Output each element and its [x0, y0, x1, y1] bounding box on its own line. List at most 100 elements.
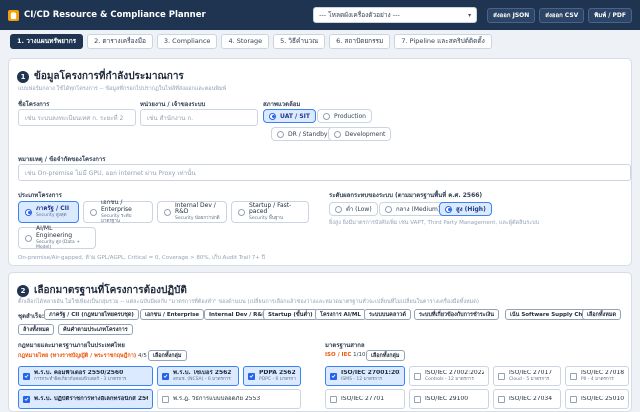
owner-input[interactable]: เช่น สำนักงาน ก.: [140, 109, 258, 126]
section-number: 2: [17, 284, 29, 297]
template-select[interactable]: --- โหลดผังเครื่องตัวอย่าง --- ▾: [313, 7, 478, 23]
std-title: ISO/IEC 27018: [581, 369, 624, 376]
std-title: ISO/IEC 27034: [509, 395, 553, 402]
preset-payment[interactable]: ระบบที่เกี่ยวข้องกับการชำระเงิน: [414, 309, 500, 320]
project-type-option-startup[interactable]: Startup / Fast-paced Security พื้นฐาน: [231, 201, 309, 223]
thai-group-heading: กฎหมายและมาตรฐานภายในประเทศไทย: [18, 342, 125, 349]
risk-option-low[interactable]: ต่ำ (Low): [329, 202, 378, 216]
environment-option-dr[interactable]: DR / Standby: [271, 127, 334, 141]
std-desc: Cloud - 5 มาตรการ: [509, 376, 550, 382]
export-json-button[interactable]: ส่งออก JSON: [487, 7, 536, 23]
std-iso-27701[interactable]: ISO/IEC 27701: [325, 389, 405, 409]
std-iso-25010[interactable]: ISO/IEC 25010:2023: [565, 389, 629, 409]
project-type-option-enterprise[interactable]: เอกชน / Enterprise Security ระดับมาตรฐาน: [83, 198, 153, 224]
checkbox-icon: [498, 395, 505, 403]
checkbox-icon: [23, 372, 30, 380]
clipboard-icon: [8, 9, 19, 21]
section-title: เลือกมาตรฐานที่โครงการต้องปฏิบัติ: [34, 285, 187, 296]
radio-icon: [238, 208, 245, 216]
project-name-input[interactable]: เช่น ระบบลงทะเบียนเทศ ก. ระยะที่ 2: [18, 109, 136, 126]
radio-icon: [277, 130, 284, 138]
radio-icon: [445, 205, 452, 213]
notes-input[interactable]: เช่น On-premise ไม่มี GPU, ออก internet …: [18, 164, 631, 181]
std-iso-27002[interactable]: ISO/IEC 27002:2022 Controls - 12 มาตรการ: [409, 366, 489, 386]
radio-icon: [385, 205, 392, 213]
thai-select-group-button[interactable]: เลือกทั้งกลุ่ม: [148, 350, 187, 361]
tab-architecture[interactable]: 6. สถาปัตยกรรม: [329, 33, 391, 49]
radio-icon: [164, 208, 171, 216]
option-title: เอกชน / Enterprise: [101, 198, 132, 213]
owner-label: หน่วยงาน / เจ้าของระบบ: [140, 101, 206, 108]
chevron-down-icon: ▾: [468, 11, 472, 19]
std-pdpa[interactable]: PDPA 2562 PDPC - 6 มาตรการ: [243, 366, 301, 386]
option-desc: Security สูงสุด: [36, 212, 67, 218]
intl-group-count: 1/10: [353, 352, 366, 358]
radio-icon: [335, 205, 342, 213]
risk-option-label: กลาง (Medium): [396, 206, 441, 213]
radio-icon: [334, 130, 341, 138]
std-desc: PDPC - 6 มาตรการ: [259, 376, 296, 382]
tab-compliance[interactable]: 3. Compliance: [156, 33, 218, 49]
intl-select-group-button[interactable]: เลือกทั้งกลุ่ม: [366, 350, 405, 361]
checkbox-icon: [162, 395, 169, 403]
std-title: ISO/IEC 27701: [341, 395, 385, 402]
checkbox-icon: [330, 395, 337, 403]
print-pdf-button[interactable]: พิมพ์ / PDF: [588, 7, 632, 23]
option-desc: Security น้อยกว่าปกติ: [175, 216, 220, 222]
tab-tool-table[interactable]: 2. ตารางเครื่องมือ: [87, 33, 153, 49]
project-type-note: On-premise/Air-gapped, ห้าม GPL/AGPL, Cr…: [18, 255, 266, 261]
intl-group-sublabel: ISO / IEC: [325, 352, 352, 358]
tab-storage[interactable]: 4. Storage: [221, 33, 270, 49]
thai-group-sublabel: กฎหมายไทย (ทางราชบัญญัติ / พระราชกฤษฎีกา…: [18, 353, 137, 359]
project-type-option-aiml[interactable]: AI/ML Engineering Security สูง (Data + Mo…: [18, 225, 96, 250]
preset-clear-all[interactable]: ล้างทั้งหมด: [18, 324, 55, 335]
std-title: ISO/IEC 27017: [509, 369, 553, 376]
std-iso-29100[interactable]: ISO/IEC 29100: [409, 389, 489, 409]
environment-option-development[interactable]: Development: [328, 127, 392, 141]
std-iso-27034[interactable]: ISO/IEC 27034: [493, 389, 561, 409]
preset-internal[interactable]: Internal Dev / R&D: [204, 309, 272, 320]
std-desc: Controls - 12 มาตรการ: [425, 376, 474, 382]
export-csv-button[interactable]: ส่งออก CSV: [539, 7, 585, 23]
section-number: 1: [17, 70, 29, 83]
checkbox-icon: [248, 372, 255, 380]
std-e-gov-act[interactable]: พ.ร.บ. ปฏิบัติราชการทางอิเล็กทรอนิกส์ 25…: [18, 389, 153, 409]
preset-select-all[interactable]: เลือกทั้งหมด: [582, 309, 622, 320]
risk-option-medium[interactable]: กลาง (Medium): [379, 202, 447, 216]
preset-aiml[interactable]: โครงการ AI/ML: [315, 309, 366, 320]
project-type-option-gov[interactable]: ภาครัฐ / CII Security สูงสุด: [18, 201, 79, 223]
section-subtitle: แบบฟอร์มกลาง ใช้ได้ทุกโครงการ -- ข้อมูลท…: [18, 86, 227, 92]
std-cyber-act[interactable]: พ.ร.บ. ไซเบอร์ 2562 สกมช. (NCSA) - 6 มาตร…: [157, 366, 239, 386]
environment-option-uat[interactable]: UAT / SIT: [263, 109, 316, 123]
preset-gov-cii[interactable]: ภาครัฐ / CII (กฎหมายไทยครบชุด): [44, 309, 139, 320]
tab-calculation[interactable]: 5. วิธีคำนวณ: [273, 33, 326, 49]
std-desc: PII - 4 มาตรการ: [581, 376, 614, 382]
option-desc: Security ระดับมาตรฐาน: [101, 213, 132, 224]
std-title: PDPA 2562: [259, 369, 296, 376]
std-title: พ.ร.ฎ. วิธีการแบบปลอดภัย 2553: [173, 395, 261, 402]
section-title: ข้อมูลโครงการที่กำลังประมาณการ: [34, 71, 184, 82]
standards-card: 2 เลือกมาตรฐานที่โครงการต้องปฏิบัติ ติ๊ก…: [8, 272, 632, 412]
presets-label: ชุดสำเร็จ:: [18, 313, 45, 320]
environment-option-production[interactable]: Production: [317, 109, 372, 123]
option-title: Startup / Fast-paced: [249, 201, 292, 216]
tab-pipeline[interactable]: 7. Pipeline และสคริปต์ติดตั้ง: [394, 33, 492, 49]
std-iso-27018[interactable]: ISO/IEC 27018 PII - 4 มาตรการ: [565, 366, 629, 386]
checkbox-icon: [498, 372, 505, 380]
radio-icon: [323, 112, 330, 120]
preset-cloud[interactable]: ระบบบนคลาวด์: [364, 309, 411, 320]
std-iso-27001[interactable]: ISO/IEC 27001:2022ISMS - 12 มาตรการ: [325, 366, 405, 386]
preset-by-project-type[interactable]: ค้นคำตามประเภทโครงการ: [58, 324, 133, 335]
tab-resource-planning[interactable]: 1. วางแผนทรัพยากร: [10, 33, 84, 49]
project-type-option-internal[interactable]: Internal Dev / R&D Security น้อยกว่าปกติ: [157, 201, 227, 223]
thai-group-count: 4/5: [138, 353, 147, 359]
std-computer-act[interactable]: พ.ร.บ. คอมพิวเตอร์ 2550/2560 การกระทำผิดเ…: [18, 366, 153, 386]
std-secure-method-decree[interactable]: พ.ร.ฎ. วิธีการแบบปลอดภัย 2553: [157, 389, 301, 409]
preset-startup[interactable]: Startup (ขั้นต่ำ): [263, 309, 318, 320]
risk-option-high[interactable]: สูง (High): [439, 202, 492, 216]
preset-enterprise[interactable]: เอกชน / Enterprise: [140, 309, 205, 320]
checkbox-icon: [414, 372, 421, 380]
risk-note: ยิ่งสูง ยิ่งมีมาตรการบังคับเพิ่ม เช่น VA…: [329, 220, 540, 226]
notes-label: หมายเหตุ / ข้อจำกัดของโครงการ: [18, 156, 106, 163]
std-iso-27017[interactable]: ISO/IEC 27017 Cloud - 5 มาตรการ: [493, 366, 561, 386]
